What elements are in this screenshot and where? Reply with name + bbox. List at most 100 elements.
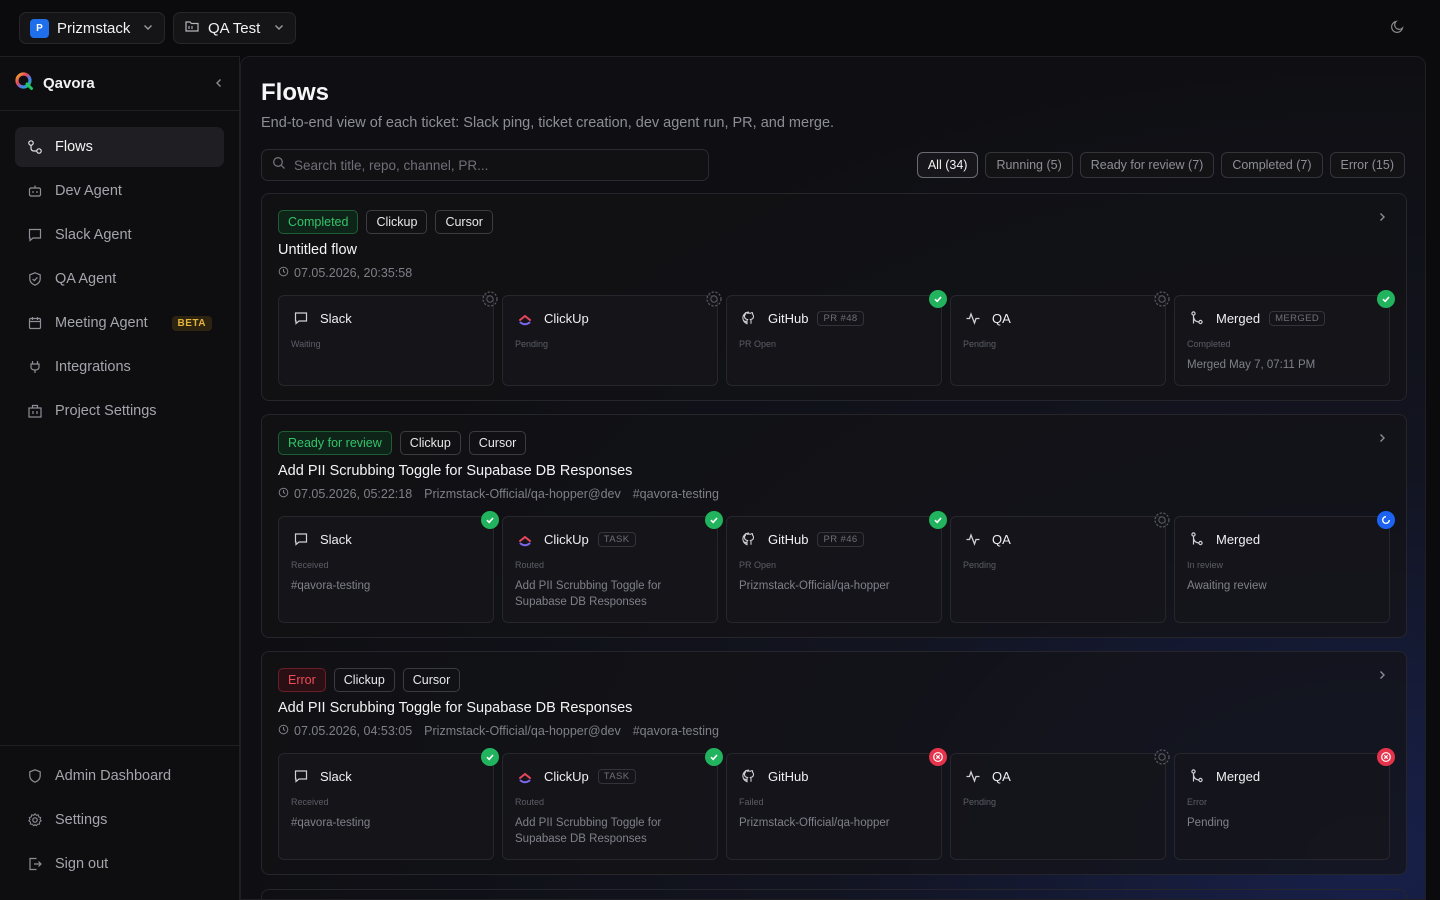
chevron-right-icon[interactable]	[1376, 668, 1388, 686]
sidebar-item-slack-agent[interactable]: Slack Agent	[15, 215, 224, 255]
org-name: Prizmstack	[57, 19, 131, 37]
step-name: GitHub	[768, 531, 809, 547]
flow-meta: 07.05.2026, 05:22:18 Prizmstack-Official/…	[278, 487, 719, 501]
tag: Clickup	[333, 668, 395, 692]
step-detail: Awaiting review	[1187, 580, 1267, 592]
sidebar-item-admin-dashboard[interactable]: Admin Dashboard	[15, 756, 225, 796]
step-github[interactable]: GitHub PR #48 PR Open	[726, 290, 947, 386]
collapse-sidebar-icon[interactable]	[213, 76, 225, 92]
sidebar-item-label: QA Agent	[55, 271, 117, 287]
step-chip: PR #48	[817, 310, 864, 326]
building-icon	[28, 404, 42, 418]
chat-icon	[291, 766, 311, 786]
sidebar-item-integrations[interactable]: Integrations	[15, 347, 224, 387]
step-slack[interactable]: Slack Waiting	[278, 291, 498, 386]
step-name: Slack	[320, 310, 352, 326]
step-merged[interactable]: Merged Error Pending	[1174, 748, 1395, 860]
step-merged[interactable]: Merged In review Awaiting review	[1174, 511, 1395, 623]
chevron-right-icon[interactable]	[1376, 210, 1388, 228]
status-badge: Error	[278, 668, 326, 692]
status-filters: All (34) Running (5) Ready for review (7…	[916, 152, 1405, 178]
sidebar-item-settings[interactable]: Settings	[15, 800, 225, 840]
sidebar-item-label: Project Settings	[55, 403, 157, 419]
step-slack[interactable]: Slack Received #qavora-testing	[278, 511, 499, 623]
step-status: Failed	[739, 797, 764, 807]
step-chip: TASK	[597, 531, 636, 547]
step-detail: Add PII Scrubbing Toggle for Supabase DB…	[515, 817, 662, 845]
step-name: Merged	[1216, 531, 1261, 547]
step-clickup[interactable]: ClickUp TASK Routed Add PII Scrubbing Toggl…	[502, 748, 723, 860]
sidebar-item-project-settings[interactable]: Project Settings	[15, 391, 224, 431]
step-chip: MERGED	[1269, 310, 1326, 326]
plug-icon	[30, 361, 40, 373]
flow-tags: Error Clickup Cursor	[278, 668, 461, 692]
step-merged[interactable]: Merged MERGED Completed Merged May 7, 07:11…	[1174, 290, 1395, 386]
clickup-icon	[515, 529, 535, 549]
tag: Cursor	[435, 210, 493, 234]
brand-name: Qavora	[43, 75, 95, 92]
flow-icon	[28, 140, 42, 154]
sidebar-item-flows[interactable]: Flows	[15, 127, 224, 167]
flow-timestamp: 07.05.2026, 05:22:18	[294, 487, 413, 501]
search-box[interactable]	[261, 149, 709, 181]
flow-card[interactable]	[261, 889, 1407, 899]
org-switcher[interactable]: P Prizmstack	[19, 12, 165, 44]
sidebar-item-sign-out[interactable]: Sign out	[15, 844, 225, 884]
sidebar-bottom: Admin Dashboard Settings Sign out	[0, 745, 240, 900]
step-status: Pending	[963, 339, 997, 349]
filter-error[interactable]: Error (15)	[1329, 152, 1405, 178]
search-input[interactable]	[294, 157, 694, 173]
sidebar-item-label: Dev Agent	[55, 183, 122, 199]
step-name: ClickUp	[544, 531, 589, 547]
flow-card[interactable]: Error Clickup Cursor Add PII Scrubbing Togg…	[261, 651, 1407, 875]
filter-ready-for-review[interactable]: Ready for review (7)	[1079, 152, 1215, 178]
project-switcher[interactable]: QA Test	[173, 12, 296, 44]
sidebar-item-qa-agent[interactable]: QA Agent	[15, 259, 224, 299]
flow-card[interactable]: Completed Clickup Cursor Untitled flow 07.05…	[261, 193, 1407, 401]
step-github[interactable]: GitHub PR #46 PR Open Prizmstack-Official/q…	[726, 511, 947, 623]
chat-icon	[28, 228, 42, 242]
pending-icon	[481, 290, 499, 308]
step-slack[interactable]: Slack Received #qavora-testing	[278, 748, 499, 860]
sidebar-item-meeting-agent[interactable]: Meeting Agent BETA	[15, 303, 224, 343]
filter-completed[interactable]: Completed (7)	[1221, 152, 1323, 178]
step-name: ClickUp	[544, 310, 589, 326]
step-github[interactable]: GitHub Failed Prizmstack-Official/qa-hoppe…	[726, 748, 947, 860]
status-badge: Ready for review	[278, 431, 392, 455]
tag: Cursor	[468, 431, 527, 455]
step-name: ClickUp	[544, 768, 589, 784]
chevron-right-icon[interactable]	[1376, 431, 1388, 449]
sidebar-item-label: Integrations	[55, 359, 131, 375]
chat-icon	[291, 308, 311, 328]
main-content: Flows End-to-end view of each ticket: Sl…	[240, 56, 1426, 900]
shield-check-icon	[29, 272, 41, 286]
flow-channel: #qavora-testing	[632, 724, 719, 738]
step-detail: #qavora-testing	[291, 580, 371, 592]
step-qa[interactable]: QA Pending	[950, 749, 1170, 860]
flow-card[interactable]: Ready for review Clickup Cursor Add PII Scr…	[261, 414, 1407, 638]
step-status: PR Open	[739, 339, 777, 349]
flow-timestamp: 07.05.2026, 04:53:05	[294, 724, 413, 738]
page-title: Flows	[261, 79, 330, 106]
step-name: QA	[992, 768, 1011, 784]
step-status: Waiting	[291, 339, 321, 349]
step-status: Pending	[515, 339, 549, 349]
step-qa[interactable]: QA Pending	[950, 291, 1170, 386]
filter-running[interactable]: Running (5)	[985, 152, 1073, 178]
tag: Clickup	[399, 431, 461, 455]
project-name: QA Test	[208, 19, 261, 37]
sidebar-item-dev-agent[interactable]: Dev Agent	[15, 171, 224, 211]
qavora-logo-icon	[14, 71, 34, 96]
step-qa[interactable]: QA Pending	[950, 512, 1170, 623]
folder-icon	[184, 18, 200, 38]
check-icon	[929, 290, 947, 308]
moon-icon[interactable]	[1390, 18, 1410, 38]
clickup-icon	[515, 308, 535, 328]
flow-tags: Completed Clickup Cursor	[278, 210, 493, 234]
filter-all[interactable]: All (34)	[916, 152, 979, 178]
check-icon	[1377, 290, 1395, 308]
flow-steps: Slack Waiting ClickUp Pending GitHub PR #48 PR…	[278, 290, 1395, 386]
step-clickup[interactable]: ClickUp Pending	[502, 291, 722, 386]
pending-icon	[1153, 290, 1171, 308]
step-clickup[interactable]: ClickUp TASK Routed Add PII Scrubbing Toggl…	[502, 511, 723, 623]
